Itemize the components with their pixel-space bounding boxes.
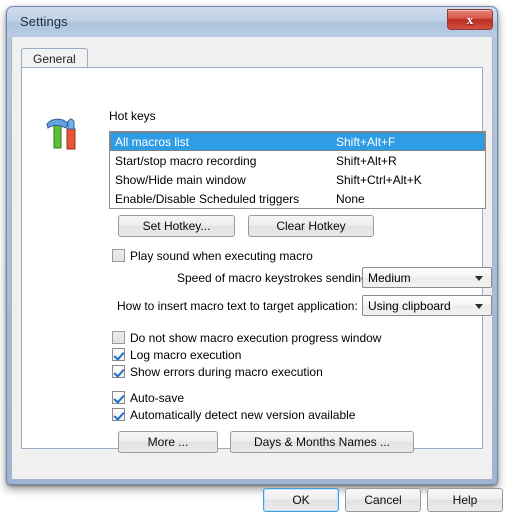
hotkey-combo: Shift+Alt+R (336, 153, 397, 168)
set-hotkey-button[interactable]: Set Hotkey... (118, 215, 235, 237)
hotkey-combo: Shift+Ctrl+Alt+K (336, 172, 422, 187)
auto-detect-version-label: Automatically detect new version availab… (130, 407, 356, 422)
hotkey-name: Show/Hide main window (115, 172, 246, 187)
hotkey-row[interactable]: Show/Hide main window Shift+Ctrl+Alt+K (110, 170, 485, 189)
ok-button[interactable]: OK (263, 488, 339, 512)
checkbox-box (112, 249, 125, 262)
dialog-client-area: General Hot keys All macros list Shift+A… (11, 37, 503, 512)
hotkey-combo: Shift+Alt+F (336, 134, 396, 149)
cancel-button[interactable]: Cancel (345, 488, 421, 512)
play-sound-label: Play sound when executing macro (130, 248, 313, 263)
checkbox-box (112, 408, 125, 421)
chevron-down-icon (475, 303, 483, 309)
close-icon: x (466, 11, 474, 27)
hotkey-row[interactable]: Start/stop macro recording Shift+Alt+R (110, 151, 485, 170)
show-errors-checkbox[interactable]: Show errors during macro execution (112, 363, 323, 380)
tab-strip: General (21, 46, 483, 69)
insert-method-dropdown[interactable]: Using clipboard (362, 295, 492, 316)
insert-method-row: How to insert macro text to target appli… (117, 295, 492, 316)
days-months-names-button[interactable]: Days & Months Names ... (230, 431, 414, 453)
speed-dropdown[interactable]: Medium (362, 267, 492, 288)
show-errors-label: Show errors during macro execution (130, 364, 323, 379)
insert-method-value: Using clipboard (368, 298, 451, 313)
checkbox-box (112, 391, 125, 404)
checkbox-box (112, 331, 125, 344)
log-execution-label: Log macro execution (130, 347, 242, 362)
settings-dialog-window: Settings x General Hot keys All macros l… (6, 6, 503, 512)
checkbox-box (112, 348, 125, 361)
no-progress-window-label: Do not show macro execution progress win… (130, 330, 382, 345)
tab-general-label: General (33, 52, 76, 66)
auto-save-label: Auto-save (130, 390, 185, 405)
speed-label: Speed of macro keystrokes sending: (177, 270, 372, 285)
checkbox-box (112, 365, 125, 378)
speed-value: Medium (368, 270, 411, 285)
hotkey-name: Enable/Disable Scheduled triggers (115, 191, 300, 206)
hotkeys-group-label: Hot keys (109, 109, 156, 123)
tools-hammer-screwdriver-icon (41, 112, 89, 160)
close-button[interactable]: x (447, 9, 493, 30)
play-sound-checkbox[interactable]: Play sound when executing macro (112, 247, 313, 264)
chevron-down-icon (475, 275, 483, 281)
no-progress-window-checkbox[interactable]: Do not show macro execution progress win… (112, 329, 381, 346)
title-bar[interactable]: Settings x (7, 7, 497, 37)
auto-save-checkbox[interactable]: Auto-save (112, 389, 184, 406)
window-title: Settings (20, 14, 68, 29)
log-execution-checkbox[interactable]: Log macro execution (112, 346, 241, 363)
insert-method-label: How to insert macro text to target appli… (117, 298, 358, 313)
hotkey-row[interactable]: Enable/Disable Scheduled triggers None (110, 189, 485, 208)
hotkey-list[interactable]: All macros list Shift+Alt+F Start/stop m… (109, 131, 486, 209)
more-button[interactable]: More ... (118, 431, 218, 453)
hotkey-combo: None (336, 191, 365, 206)
tab-general[interactable]: General (21, 48, 88, 69)
hotkey-name: Start/stop macro recording (115, 153, 257, 168)
auto-detect-version-checkbox[interactable]: Automatically detect new version availab… (112, 406, 355, 423)
clear-hotkey-button[interactable]: Clear Hotkey (248, 215, 374, 237)
speed-setting-row: Speed of macro keystrokes sending: Mediu… (177, 267, 492, 288)
hotkey-name: All macros list (115, 134, 190, 149)
help-button[interactable]: Help (427, 488, 503, 512)
hotkey-row[interactable]: All macros list Shift+Alt+F (110, 132, 485, 151)
